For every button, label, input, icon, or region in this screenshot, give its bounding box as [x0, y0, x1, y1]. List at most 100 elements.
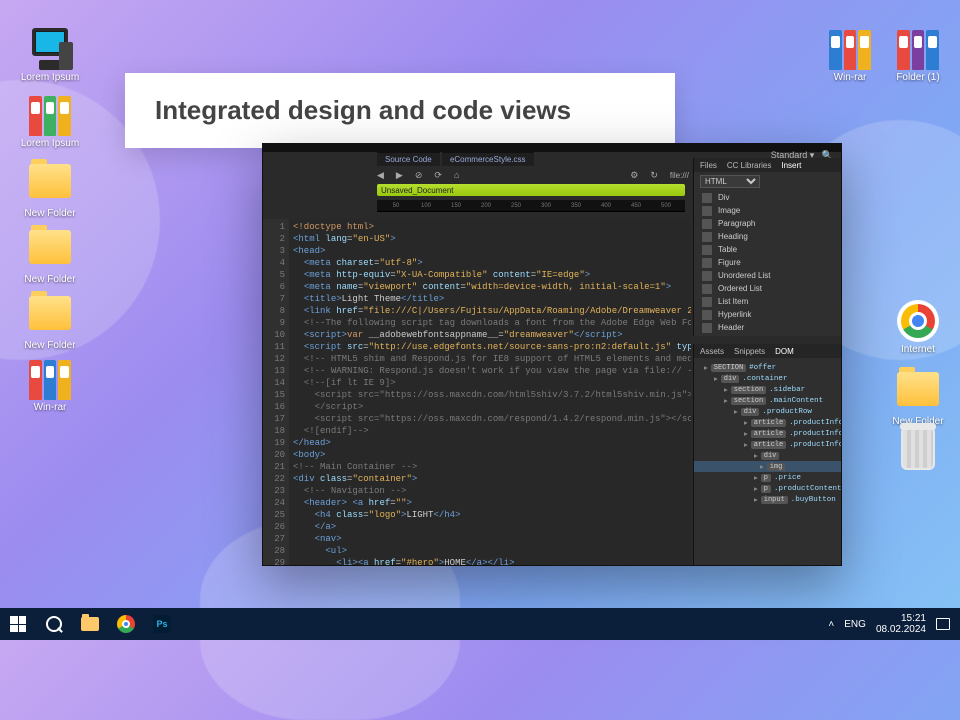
insert-item-table[interactable]: Table: [694, 243, 841, 256]
address-prefix: file:///: [670, 171, 689, 180]
insert-item-paragraph[interactable]: Paragraph: [694, 217, 841, 230]
icon-label: Folder (1): [888, 72, 948, 83]
icon-label: New Folder: [20, 340, 80, 351]
back-icon[interactable]: ◀: [377, 170, 384, 181]
dom-node[interactable]: ▸SECTION #offer: [698, 362, 837, 373]
tab-dom[interactable]: DOM: [775, 347, 794, 356]
file-explorer-button[interactable]: [72, 608, 108, 640]
insert-item-hyperlink[interactable]: Hyperlink: [694, 308, 841, 321]
tab-cclibraries[interactable]: CC Libraries: [727, 161, 771, 170]
dom-tree[interactable]: ▸SECTION #offer▸div .container▸section .…: [694, 358, 841, 509]
dom-panel: Assets Snippets DOM ▸SECTION #offer▸div …: [693, 344, 841, 566]
item-icon: [702, 206, 712, 216]
item-icon: [702, 297, 712, 307]
icon-label: Internet: [888, 344, 948, 355]
insert-item-div[interactable]: Div: [694, 191, 841, 204]
reload-icon[interactable]: ↻: [650, 170, 658, 181]
icon-label: Lorem Ipsum: [20, 138, 80, 149]
code-content[interactable]: <!doctype html><html lang="en-US"><head>…: [289, 219, 691, 565]
desktop-icon-internet[interactable]: Internet: [888, 300, 948, 355]
desktop-icon-trash[interactable]: [888, 428, 948, 472]
icon-label: New Folder: [20, 274, 80, 285]
ruler: 50100150200250300350400450500: [377, 200, 685, 212]
tab-assets[interactable]: Assets: [700, 347, 724, 356]
desktop-icon-winrar-right[interactable]: Win-rar: [820, 28, 880, 83]
insert-item-image[interactable]: Image: [694, 204, 841, 217]
binders-icon: [29, 358, 71, 400]
desktop-icon-newfolder-3[interactable]: New Folder: [20, 292, 80, 351]
tab-snippets[interactable]: Snippets: [734, 347, 765, 356]
dom-node[interactable]: ▸div: [698, 450, 837, 461]
system-tray: ˄ ENG 15:21 08.02.2024: [818, 613, 960, 635]
dom-node[interactable]: ▸img: [694, 461, 841, 472]
item-icon: [702, 323, 712, 333]
chrome-button[interactable]: [108, 608, 144, 640]
forward-icon[interactable]: ▶: [396, 170, 403, 181]
trash-icon: [897, 428, 939, 470]
dom-panel-tabs: Assets Snippets DOM: [694, 344, 841, 358]
start-button[interactable]: [0, 608, 36, 640]
binders-icon: [29, 94, 71, 136]
desktop-icon-newfolder-1[interactable]: New Folder: [20, 160, 80, 219]
desktop-icon-lorem-binders[interactable]: Lorem Ipsum: [20, 94, 80, 149]
dom-node[interactable]: ▸section .mainContent: [698, 395, 837, 406]
dom-node[interactable]: ▸input .buyButton: [698, 494, 837, 505]
language-indicator[interactable]: ENG: [844, 619, 866, 630]
desktop-icon-newfolder-r[interactable]: New Folder: [888, 368, 948, 427]
clock[interactable]: 15:21 08.02.2024: [876, 613, 926, 635]
dom-node[interactable]: ▸article .productInfo: [698, 417, 837, 428]
binders-icon: [829, 28, 871, 70]
settings-icon[interactable]: ⚙: [630, 170, 638, 181]
insert-item-list item[interactable]: List Item: [694, 295, 841, 308]
notifications-icon[interactable]: [936, 618, 950, 630]
tray-chevron-icon[interactable]: ˄: [828, 619, 834, 630]
photoshop-button[interactable]: Ps: [144, 608, 180, 640]
item-icon: [702, 258, 712, 268]
item-icon: [702, 284, 712, 294]
dom-node[interactable]: ▸section .sidebar: [698, 384, 837, 395]
tab-source-code[interactable]: Source Code: [377, 152, 440, 166]
tab-insert[interactable]: Insert: [781, 161, 801, 170]
window-titlebar[interactable]: [263, 144, 841, 152]
document-tabs: Source Code eCommerceStyle.css: [377, 152, 534, 166]
insert-item-header[interactable]: Header: [694, 321, 841, 334]
desktop-icon-lorem-pc[interactable]: Lorem Ipsum: [20, 28, 80, 83]
document-toolbar: ◀ ▶ ⊘ ⟳ ⌂ ⚙ ↻ file:///: [377, 166, 689, 184]
home-icon[interactable]: ⌂: [454, 170, 459, 180]
code-editor[interactable]: 1234567891011121314151617181920212223242…: [263, 219, 691, 565]
dom-node[interactable]: ▸p .price: [698, 472, 837, 483]
icon-label: New Folder: [20, 208, 80, 219]
dom-node[interactable]: ▸p .productContent: [698, 483, 837, 494]
item-icon: [702, 232, 712, 242]
insert-panel: Files CC Libraries Insert HTML DivImageP…: [693, 158, 841, 336]
tab-stylesheet[interactable]: eCommerceStyle.css: [442, 152, 534, 166]
binders-icon: [897, 28, 939, 70]
title-text: Integrated design and code views: [155, 95, 571, 125]
insert-item-figure[interactable]: Figure: [694, 256, 841, 269]
dom-node[interactable]: ▸article .productInfo: [698, 428, 837, 439]
dom-node[interactable]: ▸article .productInfo: [698, 439, 837, 450]
dom-node[interactable]: ▸div .productRow: [698, 406, 837, 417]
refresh-icon[interactable]: ⟳: [434, 170, 442, 181]
folder-icon: [29, 296, 71, 338]
insert-item-heading[interactable]: Heading: [694, 230, 841, 243]
item-icon: [702, 245, 712, 255]
insert-item-ordered list[interactable]: Ordered List: [694, 282, 841, 295]
search-button[interactable]: [36, 608, 72, 640]
icon-label: Win-rar: [20, 402, 80, 413]
folder-icon: [897, 372, 939, 414]
dom-node[interactable]: ▸div .container: [698, 373, 837, 384]
insert-category-select[interactable]: HTML: [700, 175, 760, 188]
item-icon: [702, 193, 712, 203]
desktop-icon-folder-1[interactable]: Folder (1): [888, 28, 948, 83]
desktop-icon-newfolder-2[interactable]: New Folder: [20, 226, 80, 285]
item-icon: [702, 310, 712, 320]
tab-files[interactable]: Files: [700, 161, 717, 170]
desktop-icon-winrar-left[interactable]: Win-rar: [20, 358, 80, 413]
clock-time: 15:21: [876, 613, 926, 624]
stop-icon[interactable]: ⊘: [415, 170, 423, 181]
pc-icon: [29, 28, 71, 70]
address-bar[interactable]: Unsaved_Document: [377, 184, 685, 196]
icon-label: Lorem Ipsum: [20, 72, 80, 83]
insert-item-unordered list[interactable]: Unordered List: [694, 269, 841, 282]
